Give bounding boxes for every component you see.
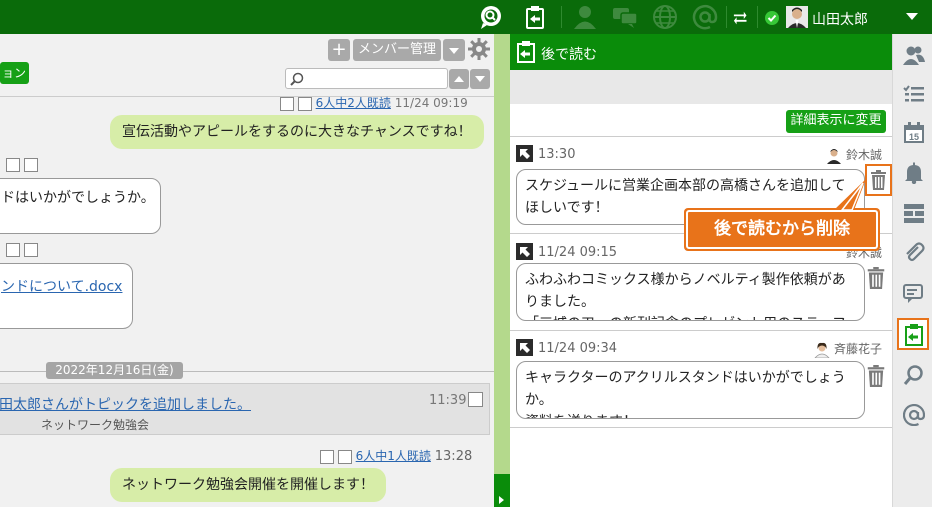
messages-icon[interactable] <box>612 4 638 30</box>
at-icon[interactable] <box>692 4 718 30</box>
read-status: 6人中2人既読 11/24 09:19 <box>280 94 468 111</box>
mention-icon[interactable] <box>903 404 925 426</box>
trash-icon[interactable] <box>866 267 886 289</box>
read-count-link[interactable]: 6人中1人既読 <box>356 449 431 463</box>
topbar-separator <box>561 6 562 28</box>
jump-arrow-icon[interactable] <box>516 145 533 162</box>
panel-toggle-button[interactable] <box>494 474 510 507</box>
jump-arrow-icon[interactable] <box>516 243 533 260</box>
read-later-icon <box>905 324 923 346</box>
top-bar: 山田太郎 <box>0 0 932 34</box>
right-sidebar: 15 <box>892 34 932 507</box>
file-message-bubble: ンドについて.docx <box>0 263 133 329</box>
read-later-panel: 後で読む 詳細表示に変更 13:30 鈴木誠 スケジュールに営業企画本部の高橋さ… <box>510 34 892 507</box>
search-icon[interactable] <box>903 364 925 386</box>
topbar-separator <box>726 6 727 28</box>
notification-bell-icon[interactable] <box>903 162 925 184</box>
chat-search-input[interactable] <box>285 68 448 89</box>
read-later-sidebar-button[interactable] <box>897 318 929 350</box>
topic-notice: 田太郎さんがトピックを追加しました。 ネットワーク勉強会 11:39 <box>0 383 490 435</box>
message-bubble: ネットワーク勉強会開催を開催します！ <box>110 468 386 502</box>
topic-link[interactable]: 田太郎さんがトピックを追加しました。 <box>0 394 251 414</box>
panel-divider[interactable] <box>494 34 510 507</box>
read-count-link[interactable]: 6人中2人既読 <box>316 96 391 110</box>
dropdown-icon[interactable] <box>906 13 918 21</box>
globe-icon[interactable] <box>652 4 678 30</box>
item-author: 鈴木誠 <box>826 146 882 164</box>
action-button[interactable]: ョン <box>0 62 29 84</box>
item-message: キャラクターのアクリルスタンドはいかがでしょう か。 資料を送ります！ <box>516 361 865 419</box>
callout-pointer <box>834 179 866 211</box>
author-avatar <box>814 342 830 358</box>
panel-header: 後で読む <box>510 34 892 70</box>
topic-time: 11:39 <box>429 393 467 408</box>
search-up-button[interactable] <box>449 69 469 89</box>
detail-view-button[interactable]: 詳細表示に変更 <box>786 110 886 133</box>
chat-area: ョン + メンバー管理 6人中2人既読 11/24 09:19 宣伝活動やアピー… <box>0 34 494 507</box>
read-later-icon <box>517 41 535 63</box>
avatar[interactable] <box>786 6 808 28</box>
member-manage-button[interactable]: メンバー管理 <box>353 39 441 61</box>
item-time: 11/24 09:34 <box>538 341 618 356</box>
calendar-icon[interactable]: 15 <box>903 122 925 144</box>
message-actions <box>6 157 39 172</box>
panel-title: 後で読む <box>541 47 597 63</box>
item-author: 斉藤花子 <box>814 340 882 358</box>
read-status: 6人中1人既読 13:28 <box>320 447 472 464</box>
panel-subheader: 詳細表示に変更 <box>510 70 892 140</box>
author-avatar <box>827 148 842 164</box>
people-icon[interactable] <box>572 4 598 30</box>
file-link[interactable]: ンドについて.docx <box>1 279 122 295</box>
item-time: 13:30 <box>538 147 576 162</box>
date-separator: 2022年12月16日(金) <box>46 362 183 379</box>
item-time: 11/24 09:15 <box>538 245 618 260</box>
board-icon[interactable] <box>903 202 925 224</box>
message-text: ドはいかがでしょうか。 <box>1 190 155 206</box>
read-later-mini-icon[interactable] <box>320 449 334 464</box>
item-message: ふわふわコミックス様からノベルティ製作依頼があ りました。 「三城の刃」の新刊記… <box>516 263 865 321</box>
read-later-mini-icon[interactable] <box>280 96 294 111</box>
callout-label: 後で読むから削除 <box>686 210 878 249</box>
jump-arrow-icon[interactable] <box>516 339 533 356</box>
add-button[interactable]: + <box>328 39 350 61</box>
user-name[interactable]: 山田太郎 <box>812 9 868 29</box>
search-down-button[interactable] <box>470 69 490 89</box>
topic-title: ネットワーク勉強会 <box>41 418 150 432</box>
online-status-icon <box>765 11 779 25</box>
message-time: 11/24 09:19 <box>394 96 468 110</box>
message-time: 13:28 <box>434 449 473 464</box>
chat-search-icon[interactable] <box>478 4 504 30</box>
member-menu-dropdown[interactable] <box>443 39 465 61</box>
message-bubble: ドはいかがでしょうか。 <box>0 178 161 234</box>
settings-gear-icon[interactable] <box>468 38 490 60</box>
message-menu-icon[interactable] <box>6 157 20 172</box>
members-icon[interactable] <box>903 44 925 66</box>
swap-icon[interactable] <box>733 10 749 26</box>
trash-icon <box>871 170 886 190</box>
svg-text:15: 15 <box>909 132 919 142</box>
attachment-icon[interactable] <box>903 242 925 264</box>
read-later-mini-icon[interactable] <box>24 157 39 172</box>
message-menu-icon[interactable] <box>6 242 20 257</box>
topbar-separator <box>757 6 758 28</box>
read-later-mini-icon[interactable] <box>24 242 39 257</box>
trash-icon[interactable] <box>866 365 886 387</box>
chat-list-icon[interactable] <box>903 282 925 304</box>
read-later-icon[interactable] <box>522 4 548 30</box>
task-list-icon[interactable] <box>903 84 925 106</box>
read-later-item[interactable]: 11/24 09:34 斉藤花子 キャラクターのアクリルスタンドはいかがでしょう… <box>510 331 892 428</box>
message-actions <box>6 242 39 257</box>
message-bubble: 宣伝活動やアピールをするのに大きなチャンスですね！ <box>110 115 484 149</box>
message-menu-icon[interactable] <box>337 449 352 464</box>
message-menu-icon[interactable] <box>297 96 312 111</box>
callout-tooltip: 後で読むから削除 <box>684 208 880 251</box>
topic-menu-icon[interactable] <box>468 392 483 407</box>
